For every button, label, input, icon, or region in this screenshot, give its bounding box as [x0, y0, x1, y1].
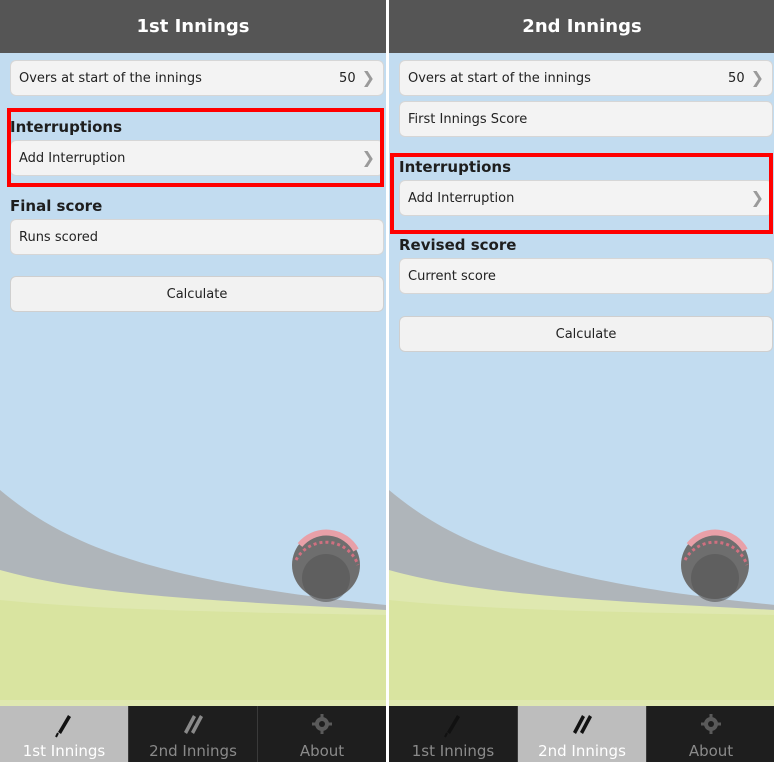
two-bats-icon [573, 715, 592, 734]
screen-first-innings: 1st Innings Overs at start of the inning… [0, 0, 386, 762]
first-innings-score-label: First Innings Score [408, 111, 528, 127]
revised-score-heading: Revised score [399, 236, 517, 254]
gear-icon [312, 714, 332, 734]
page-title: 2nd Innings [389, 0, 774, 53]
chevron-right-icon: ❯ [750, 68, 764, 87]
bottom-tab-bar: 1st Innings 2nd Innings About [389, 706, 774, 762]
chevron-right-icon: ❯ [361, 68, 375, 87]
current-score-field[interactable]: Current score [399, 258, 773, 294]
first-innings-score-field[interactable]: First Innings Score [399, 101, 773, 137]
highlight-box [7, 108, 384, 187]
tab-label: About [688, 742, 734, 760]
bat-icon [55, 715, 71, 738]
tab-1st-innings[interactable]: 1st Innings [0, 706, 129, 762]
runs-scored-field[interactable]: Runs scored [10, 219, 384, 255]
highlight-box [390, 153, 773, 234]
screen-second-innings: 2nd Innings Overs at start of the inning… [389, 0, 774, 762]
tab-label: 2nd Innings [149, 742, 237, 760]
bat-icon [444, 715, 460, 738]
tab-1st-innings[interactable]: 1st Innings [389, 706, 518, 762]
tab-about[interactable]: About [258, 706, 386, 762]
overs-label: Overs at start of the innings [408, 70, 591, 86]
two-bats-icon [184, 715, 203, 734]
tab-label: About [299, 742, 345, 760]
calculate-button[interactable]: Calculate [399, 316, 773, 352]
bottom-tab-bar: 1st Innings 2nd Innings About [0, 706, 386, 762]
runs-scored-placeholder: Runs scored [19, 229, 99, 245]
gear-icon [701, 714, 721, 734]
overs-label: Overs at start of the innings [19, 70, 202, 86]
overs-value: 50 [728, 70, 745, 86]
overs-value: 50 [339, 70, 356, 86]
page-title: 1st Innings [0, 0, 386, 53]
tab-2nd-innings[interactable]: 2nd Innings [518, 706, 647, 762]
tab-2nd-innings[interactable]: 2nd Innings [129, 706, 258, 762]
final-score-heading: Final score [10, 197, 103, 215]
tab-label: 1st Innings [411, 742, 495, 760]
overs-row[interactable]: Overs at start of the innings 50 ❯ [10, 60, 384, 96]
calculate-button[interactable]: Calculate [10, 276, 384, 312]
current-score-placeholder: Current score [408, 268, 496, 284]
tab-label: 1st Innings [22, 742, 106, 760]
tab-label: 2nd Innings [538, 742, 626, 760]
overs-row[interactable]: Overs at start of the innings 50 ❯ [399, 60, 773, 96]
tab-about[interactable]: About [647, 706, 774, 762]
